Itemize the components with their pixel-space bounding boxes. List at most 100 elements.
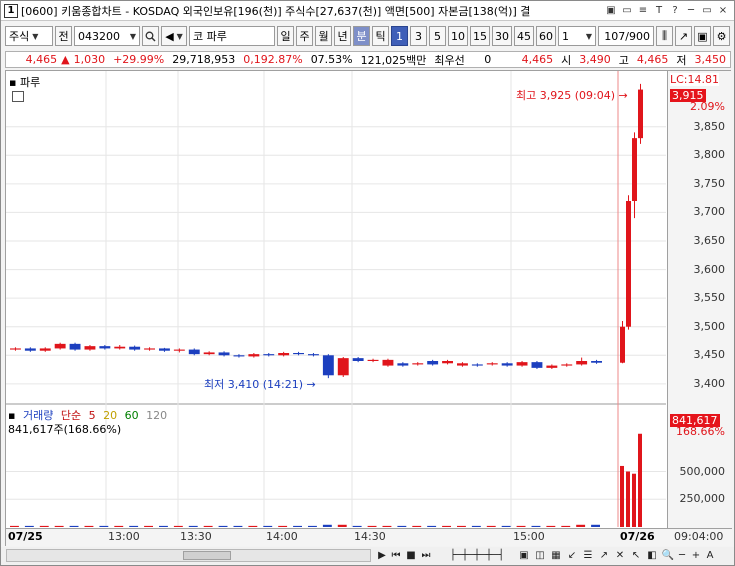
grid-icon[interactable] — [12, 91, 24, 102]
layout-icon[interactable]: ▣ — [517, 548, 531, 563]
custom-interval-select[interactable]: 1 ▼ — [558, 26, 596, 46]
fib-icon[interactable]: ☰ — [581, 548, 595, 563]
stock-label: ▪ 파루 — [9, 76, 41, 89]
volume-legend-ma120: 120 — [146, 409, 168, 422]
code-input-value: 043200 — [78, 29, 120, 43]
stock-name-field[interactable]: 코 파루 — [189, 26, 275, 46]
volume-bar — [218, 525, 228, 527]
period-day[interactable]: 일 — [277, 26, 294, 46]
stock-label-text: 파루 — [19, 76, 41, 89]
price-volume-plot[interactable] — [6, 71, 666, 528]
period-tick[interactable]: 틱 — [372, 26, 389, 46]
period-year[interactable]: 년 — [334, 26, 351, 46]
period-week[interactable]: 주 — [296, 26, 313, 46]
candle-body — [516, 362, 528, 366]
current-pct-label: 2.09% — [690, 100, 725, 113]
search-button[interactable] — [142, 26, 159, 46]
volume-bar — [24, 525, 34, 527]
close-icon[interactable]: × — [716, 4, 730, 18]
time-readout: 09:04:00 — [674, 530, 724, 543]
interval-45[interactable]: 45 — [514, 26, 534, 46]
grid-icon[interactable]: ▦ — [549, 548, 563, 563]
save-icon: ▣ — [697, 29, 708, 43]
magnet-icon[interactable]: ◧ — [645, 548, 659, 563]
interval-60[interactable]: 60 — [536, 26, 556, 46]
window-title: [0600] 키움종합차트 - KOSDAQ 외국인보유[196(천)] 주식수… — [21, 4, 531, 18]
interval-1[interactable]: 1 — [391, 26, 408, 46]
low-annotation: 최저 3,410 (14:21) → — [204, 376, 316, 392]
period-month[interactable]: 월 — [315, 26, 332, 46]
menu-icon[interactable]: ≡ — [636, 4, 650, 18]
interval-10[interactable]: 10 — [448, 26, 468, 46]
page-count-field[interactable]: 107/900 — [598, 26, 654, 46]
candle-body — [129, 346, 141, 350]
market-select[interactable]: 주식 ▼ — [5, 26, 53, 46]
prev-button[interactable]: 전 — [55, 26, 72, 46]
split-icon[interactable]: ◫ — [533, 548, 547, 563]
candle-body — [337, 358, 349, 376]
scroll-track[interactable] — [6, 549, 371, 562]
candle-body — [367, 359, 379, 361]
time-tick-label: 13:00 — [108, 530, 140, 543]
volume-bar — [248, 525, 258, 527]
settings-button[interactable]: ⚙ — [713, 26, 730, 46]
code-input[interactable]: 043200 ▼ — [74, 26, 140, 46]
trend-icon[interactable]: ↗ — [597, 548, 611, 563]
candle-body — [69, 343, 81, 350]
candle-body — [114, 346, 126, 349]
open-price: 3,490 — [579, 53, 611, 66]
line-tool-icon[interactable]: ↙ — [565, 548, 579, 563]
plus-icon[interactable]: + — [689, 548, 703, 563]
interval-5[interactable]: 5 — [429, 26, 446, 46]
volume-bar — [486, 525, 496, 527]
step-forward-icon[interactable]: ⏭ — [419, 548, 433, 563]
low-label: 저 — [676, 53, 687, 67]
chart-area[interactable]: ▪ 파루 최고 3,925 (09:04) → 최저 3,410 (14:21)… — [5, 70, 732, 546]
scroll-thumb[interactable] — [183, 551, 231, 560]
stop-icon[interactable]: ■ — [404, 548, 418, 563]
layout-icon[interactable]: ▭ — [620, 4, 634, 18]
font-size-icon[interactable]: A — [703, 548, 717, 563]
price-tick-label: 3,600 — [693, 262, 726, 276]
save-button[interactable]: ▣ — [694, 26, 711, 46]
step-back-icon[interactable]: ⏮ — [389, 548, 403, 563]
play-icon[interactable]: ▶ — [375, 548, 389, 563]
candle-body — [486, 363, 498, 365]
volume-bar — [114, 525, 124, 527]
chart-type-button[interactable]: ⫼ — [656, 26, 673, 46]
font-icon[interactable]: T — [652, 4, 666, 18]
volume-bar — [442, 525, 451, 527]
sound-button[interactable]: ◀ ▼ — [161, 26, 187, 46]
interval-15[interactable]: 15 — [470, 26, 490, 46]
maximize-icon[interactable]: ▭ — [700, 4, 714, 18]
arrow-icon[interactable]: ↖ — [629, 548, 643, 563]
cross-icon[interactable]: ✕ — [613, 548, 627, 563]
price-change: 1,030 — [73, 53, 106, 66]
volume-bar — [427, 525, 437, 527]
volume-bar — [531, 525, 541, 527]
period-minute[interactable]: 분 — [353, 26, 370, 46]
minimize-icon[interactable]: ─ — [684, 4, 698, 18]
volume-bar — [382, 525, 392, 527]
candle-body — [427, 361, 439, 365]
candle-body — [159, 348, 170, 351]
help-icon[interactable]: ? — [668, 4, 682, 18]
speed-slider[interactable]: ├─┼─┼─┼─┤ — [443, 548, 511, 563]
interval-30[interactable]: 30 — [492, 26, 512, 46]
candle-icon: ⫼ — [661, 29, 668, 42]
time-tick-label: 13:30 — [180, 530, 212, 543]
volume-bar — [620, 465, 624, 527]
minus-icon[interactable]: ─ — [675, 548, 689, 563]
link-icon[interactable]: ▣ — [604, 4, 618, 18]
interval-3[interactable]: 3 — [410, 26, 427, 46]
volume-bar — [293, 525, 302, 527]
time-tick-label: 07/25 — [8, 530, 43, 543]
zoom-out-icon[interactable]: 🔍 — [661, 548, 675, 563]
arrow-right-icon: → — [306, 378, 316, 391]
volume-bar — [203, 525, 213, 527]
draw-button[interactable]: ↗ — [675, 26, 692, 46]
price-tick-label: 3,450 — [693, 348, 726, 362]
market-select-value: 주식 — [9, 30, 30, 43]
candle-body — [144, 348, 155, 350]
volume-bar — [308, 525, 317, 527]
